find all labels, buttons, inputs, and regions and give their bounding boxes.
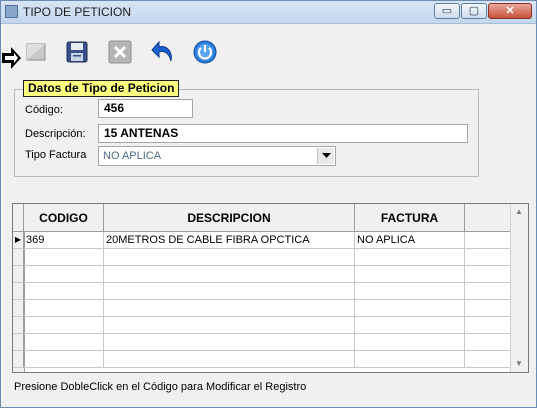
save-button[interactable] [62,37,92,67]
tipo-factura-value: NO APLICA [103,150,162,162]
vertical-scrollbar[interactable]: ▲ ▼ [510,204,528,372]
cell-descripcion[interactable]: 20METROS DE CABLE FIBRA OPCTICA [104,232,355,249]
undo-icon [151,40,172,62]
status-hint: Presione DobleClick en el Código para Mo… [14,381,307,393]
column-header-codigo[interactable]: CODIGO [24,204,104,232]
table-row [13,249,511,266]
table-row [13,317,511,334]
new-button[interactable] [21,37,51,67]
header-corner [13,204,24,232]
cell-empty [465,232,511,249]
delete-button[interactable] [105,37,135,67]
chevron-down-icon [321,153,331,158]
save-icon [66,41,88,63]
tipo-factura-select[interactable]: NO APLICA [98,146,336,166]
form-legend: Datos de Tipo de Peticion [23,80,180,97]
records-grid[interactable]: CODIGO DESCRIPCION FACTURA ▶ 369 20METRO… [12,203,529,373]
undo-button[interactable] [148,37,178,67]
table-row[interactable]: ▶ 369 20METROS DE CABLE FIBRA OPCTICA NO… [13,232,511,249]
table-row [13,283,511,300]
minimize-button[interactable]: ▭ [434,3,460,19]
cell-codigo[interactable]: 369 [24,232,104,249]
descripcion-field[interactable]: 15 ANTENAS [98,124,468,143]
window-title: TIPO DE PETICION [23,5,132,19]
title-bar[interactable]: TIPO DE PETICION ▭ ▢ ✕ [1,1,536,24]
window: TIPO DE PETICION ▭ ▢ ✕ Datos de Tipo de … [0,0,537,408]
column-header-descripcion[interactable]: DESCRIPCION [104,204,355,232]
new-icon [26,43,46,61]
power-icon [193,40,217,64]
table-row [13,334,511,351]
delete-icon [108,40,132,64]
column-header-factura[interactable]: FACTURA [355,204,465,232]
exit-button[interactable] [190,37,220,67]
table-row [13,300,511,317]
cell-factura[interactable]: NO APLICA [355,232,465,249]
codigo-label: Código: [25,104,63,116]
scroll-up-icon[interactable]: ▲ [513,206,525,218]
descripcion-label: Descripción: [25,128,86,140]
close-button[interactable]: ✕ [488,3,532,19]
arrow-pointer-icon [2,47,21,69]
dropdown-button[interactable] [317,148,334,164]
scroll-down-icon[interactable]: ▼ [513,358,525,370]
table-row [13,351,511,368]
maximize-button[interactable]: ▢ [461,3,487,19]
current-row-indicator: ▶ [13,232,24,249]
codigo-field[interactable]: 456 [98,99,193,118]
column-header-empty [465,204,511,232]
tipo-factura-label: Tipo Factura [25,149,87,161]
app-icon [5,5,18,18]
table-row [13,266,511,283]
